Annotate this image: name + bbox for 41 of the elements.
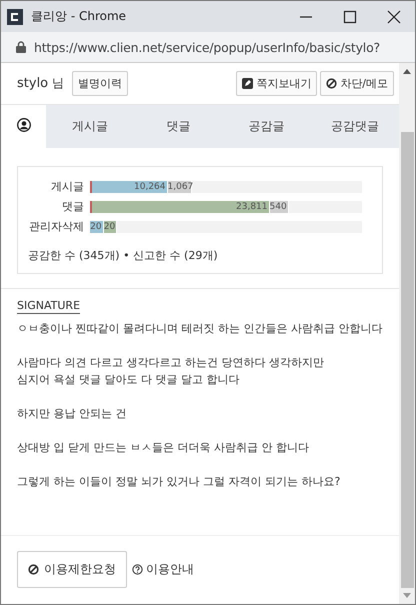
user-icon [16,118,30,132]
bar-segment: 10,264 [90,180,168,192]
maximize-icon[interactable] [343,10,357,24]
window-title: 클리앙 - Chrome [31,8,126,25]
pencil-icon [242,78,254,89]
lock-icon [16,41,26,53]
question-icon [132,564,143,575]
block-icon [326,78,338,89]
summary-text: 공감한 수 (345개) • 신고한 수 (29개) [28,248,219,263]
signature-paragraph: 사람마다 의견 다르고 생각다르고 하는건 당연하다 생각하지만 심지어 욕설 댓글 달아도 다 댓글 달고 합니다 [17,355,325,388]
bar-segment: 20 [104,220,118,232]
block-memo-button[interactable]: 차단/메모 [320,71,394,96]
stat-label: 관리자삭제 [28,219,84,234]
signature-paragraph: ㅇㅂ충이나 찐따같이 몰려다니며 테러짓 하는 인간들은 사람취급 안합니다 [17,321,383,337]
profile-tab[interactable] [1,105,46,148]
tab[interactable]: 댓글 [134,105,222,148]
block-icon [28,564,39,575]
bar-segment: 1,067 [168,180,192,192]
signature-heading: SIGNATURE [17,299,80,314]
scroll-up-icon[interactable] [403,69,411,74]
app-logo-icon [7,8,23,24]
send-message-button[interactable]: 쪽지보내기 [236,71,318,96]
signature-paragraph: 상대방 입 닫게 만드는 ㅂㅅ들은 더더욱 사람취급 안 합니다 [17,440,310,456]
nickname: stylo [17,76,48,91]
stat-label: 게시글 [50,179,84,194]
nickname-history-button[interactable]: 별명이력 [72,71,128,96]
report-button[interactable]: 이용제한요청 [17,551,127,588]
help-link[interactable]: 이용안내 [132,561,194,578]
bar-segment: 20 [90,220,104,232]
honorific: 님 [52,75,64,92]
bar-segment: 23,811 [90,200,270,212]
bar-segment: 540 [270,200,289,212]
signature-paragraph: 그렇게 하는 이들이 정말 뇌가 있거나 그럴 자격이 되기는 하나요? [17,474,342,490]
tab[interactable]: 공감글 [222,105,311,148]
close-icon[interactable] [387,10,401,24]
stat-label: 댓글 [61,199,84,214]
scroll-thumb[interactable] [400,132,414,588]
tab[interactable]: 게시글 [46,105,134,148]
tab[interactable]: 공감댓글 [310,105,399,148]
signature-paragraph: 하지만 용납 안되는 건 [17,406,128,422]
scrollbar[interactable] [399,63,415,604]
